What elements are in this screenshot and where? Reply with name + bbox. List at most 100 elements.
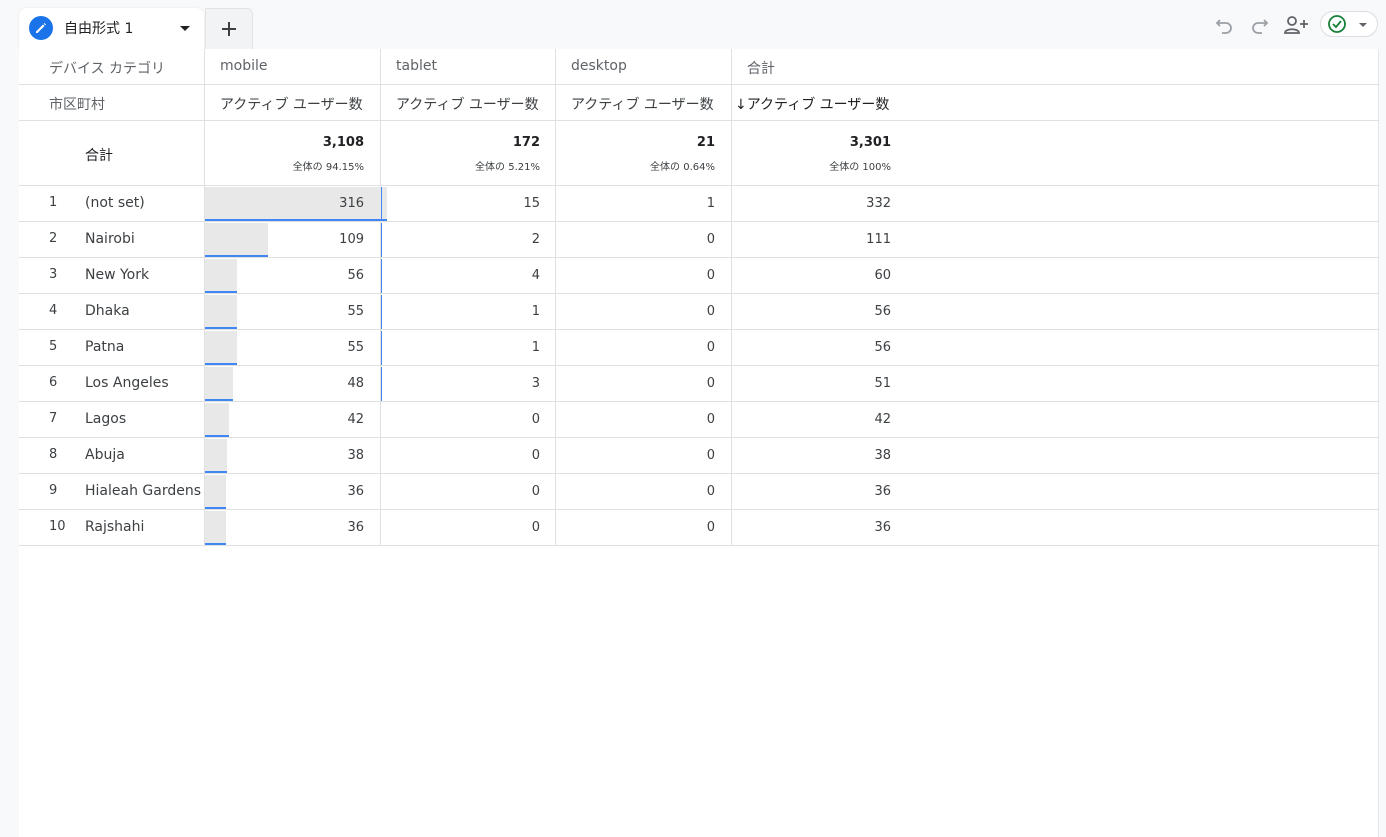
row-value: 0 (706, 304, 715, 319)
row-city[interactable]: Rajshahi (85, 519, 144, 535)
cell-bar-line (381, 259, 382, 293)
total-value-mobile: 3,108 (322, 135, 364, 150)
row-value: 36 (874, 484, 891, 499)
cell-bar-line (381, 331, 382, 365)
table-row[interactable]: 2 Nairobi 109 2 0 111 (19, 222, 1379, 258)
row-rank: 7 (49, 411, 58, 426)
pencil-icon (29, 16, 53, 40)
cell-bar-line (205, 255, 268, 257)
cell-bar-fill (205, 511, 226, 544)
row-city[interactable]: (not set) (85, 195, 145, 211)
cell-bar-fill (205, 331, 237, 364)
row-city[interactable]: Patna (85, 339, 124, 355)
undo-button[interactable] (1211, 12, 1237, 38)
column-header-mobile[interactable]: mobile (220, 58, 267, 74)
table-row[interactable]: 4 Dhaka 55 1 0 56 (19, 294, 1379, 330)
row-value: 0 (531, 484, 540, 499)
row-value: 36 (347, 484, 364, 499)
row-city[interactable]: Hialeah Gardens (85, 483, 201, 499)
row-city[interactable]: Lagos (85, 411, 126, 427)
total-pct-mobile: 全体の 94.15% (292, 162, 364, 173)
column-header-desktop[interactable]: desktop (571, 58, 627, 74)
row-value: 0 (706, 340, 715, 355)
row-value: 2 (531, 232, 540, 247)
row-value: 1 (531, 304, 540, 319)
row-city[interactable]: Abuja (85, 447, 125, 463)
table-row[interactable]: 5 Patna 55 1 0 56 (19, 330, 1379, 366)
metric-header-desktop[interactable]: アクティブ ユーザー数 (571, 94, 714, 114)
row-value: 0 (706, 412, 715, 427)
table-row[interactable]: 10 Rajshahi 36 0 0 36 (19, 510, 1379, 546)
row-city[interactable]: Nairobi (85, 231, 135, 247)
top-bar: 自由形式 1 (0, 0, 1386, 49)
row-city[interactable]: Los Angeles (85, 375, 169, 391)
cell-bar-line (205, 543, 226, 545)
row-value: 15 (523, 196, 540, 211)
row-city[interactable]: New York (85, 267, 149, 283)
caret-down-icon (1359, 23, 1367, 27)
table-row[interactable]: 7 Lagos 42 0 0 42 (19, 402, 1379, 438)
row-value: 56 (874, 304, 891, 319)
cell-bar-fill (205, 367, 233, 400)
row-value: 42 (347, 412, 364, 427)
metric-header-total-sorted[interactable]: ↓アクティブ ユーザー数 (735, 94, 889, 114)
metric-header-mobile[interactable]: アクティブ ユーザー数 (220, 94, 363, 114)
row-value: 55 (347, 340, 364, 355)
total-pct-total: 全体の 100% (829, 162, 891, 173)
row-value: 55 (347, 304, 364, 319)
tab-label: 自由形式 1 (64, 21, 134, 37)
row-rank: 2 (49, 231, 58, 246)
caret-down-icon[interactable] (177, 20, 193, 36)
row-value: 0 (531, 412, 540, 427)
row-value: 38 (347, 448, 364, 463)
table-row[interactable]: 6 Los Angeles 48 3 0 51 (19, 366, 1379, 402)
table-row[interactable]: 1 (not set) 316 15 1 332 (19, 186, 1379, 222)
total-value-tablet: 172 (512, 135, 540, 150)
row-value: 111 (866, 232, 891, 247)
row-value: 0 (706, 232, 715, 247)
totals-label: 合計 (85, 148, 113, 164)
row-value: 48 (347, 376, 364, 391)
add-tab-button[interactable] (205, 8, 253, 49)
dimension-header[interactable]: デバイス カテゴリ (49, 58, 165, 78)
cell-bar-line (205, 507, 226, 509)
cell-bar-line (205, 399, 233, 401)
table-row[interactable]: 9 Hialeah Gardens 36 0 0 36 (19, 474, 1379, 510)
row-rank: 8 (49, 447, 58, 462)
row-value: 51 (874, 376, 891, 391)
tab-freeform-1[interactable]: 自由形式 1 (19, 8, 204, 49)
row-rank: 5 (49, 339, 58, 354)
redo-button[interactable] (1247, 12, 1273, 38)
table-row[interactable]: 3 New York 56 4 0 60 (19, 258, 1379, 294)
check-circle-icon (1328, 15, 1346, 33)
row-value: 0 (706, 268, 715, 283)
metric-header-row: 市区町村 アクティブ ユーザー数 アクティブ ユーザー数 アクティブ ユーザー数… (19, 85, 1379, 121)
cell-bar-line (205, 219, 387, 221)
row-rank: 4 (49, 303, 58, 318)
total-value-total: 3,301 (849, 135, 891, 150)
row-value: 332 (866, 196, 891, 211)
row-value: 56 (347, 268, 364, 283)
cell-bar-fill (205, 475, 226, 508)
cell-bar-fill (205, 259, 237, 292)
share-button[interactable] (1283, 12, 1309, 38)
row-city[interactable]: Dhaka (85, 303, 130, 319)
row-rank: 1 (49, 195, 58, 210)
row-value: 0 (531, 448, 540, 463)
row-rank: 10 (49, 519, 66, 534)
row-value: 0 (706, 376, 715, 391)
status-dropdown[interactable] (1320, 11, 1378, 37)
cell-bar-line (381, 367, 382, 401)
row-dimension-header[interactable]: 市区町村 (49, 94, 105, 114)
row-value: 3 (531, 376, 540, 391)
row-value: 4 (531, 268, 540, 283)
column-header-total[interactable]: 合計 (747, 58, 775, 78)
metric-header-tablet[interactable]: アクティブ ユーザー数 (396, 94, 539, 114)
table-row[interactable]: 8 Abuja 38 0 0 38 (19, 438, 1379, 474)
row-value: 36 (347, 520, 364, 535)
row-rank: 3 (49, 267, 58, 282)
column-header-tablet[interactable]: tablet (396, 58, 437, 74)
row-value: 36 (874, 520, 891, 535)
cell-bar-line (381, 295, 382, 329)
column-header-row: デバイス カテゴリ mobile tablet desktop 合計 (19, 49, 1379, 85)
